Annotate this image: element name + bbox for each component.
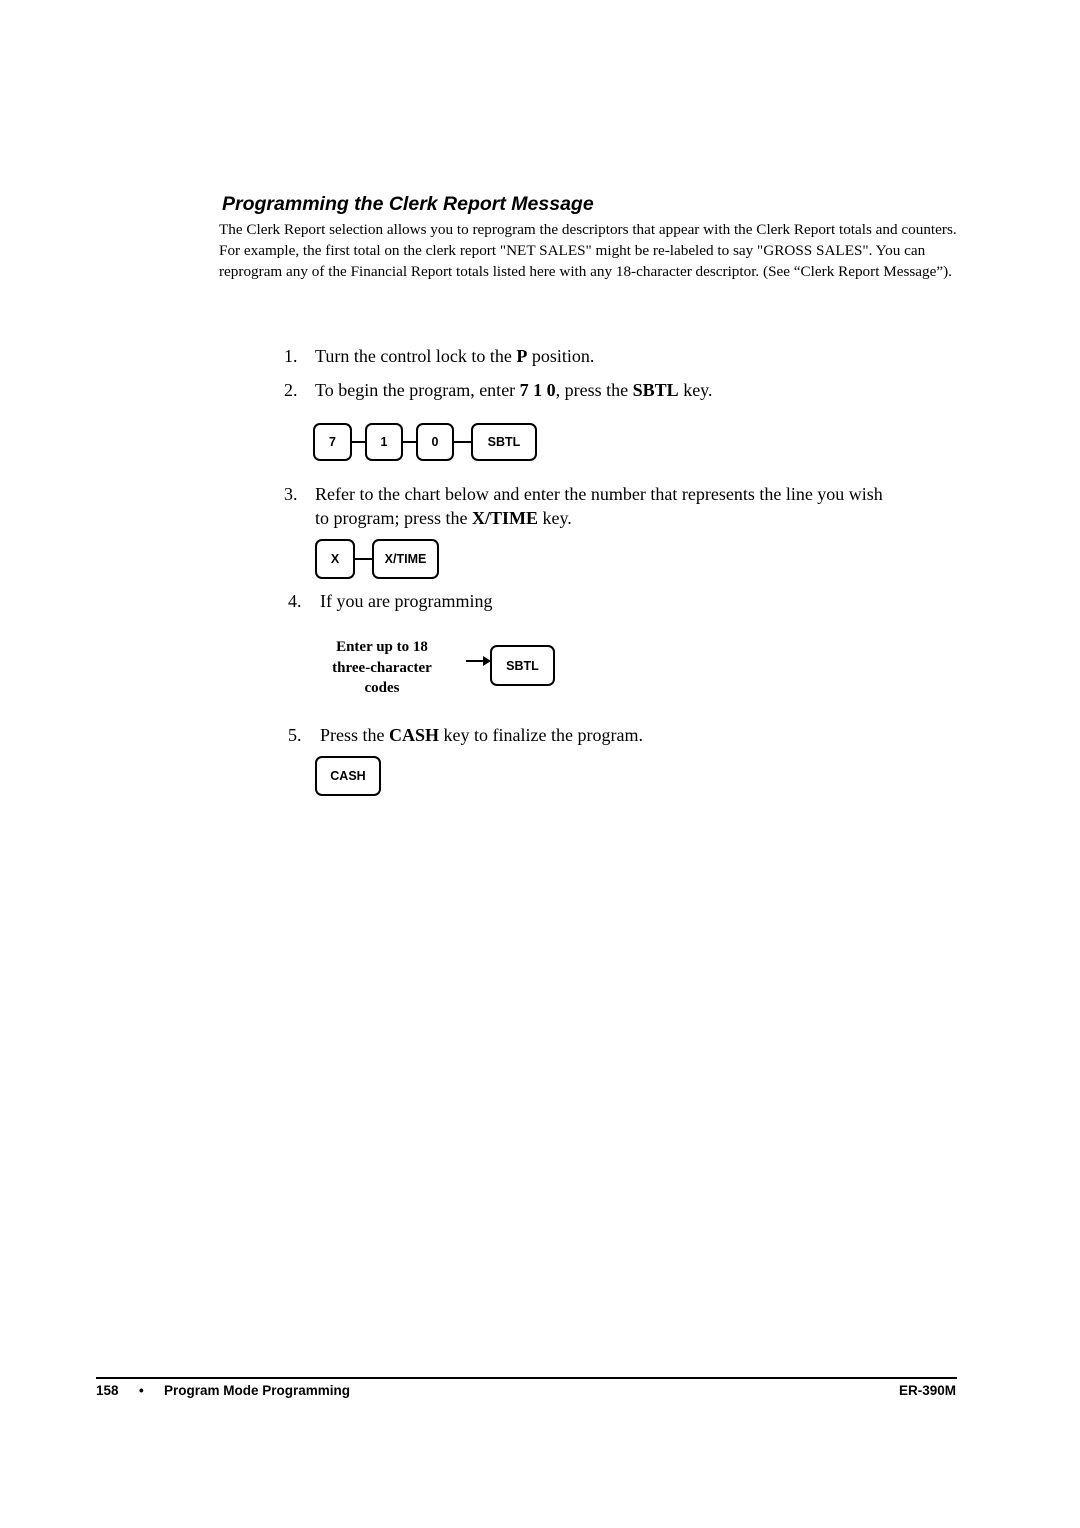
step-text: If you are programming bbox=[320, 591, 493, 611]
step-number: 5. bbox=[288, 725, 302, 745]
step-number: 4. bbox=[288, 591, 302, 611]
key-sbtl: SBTL bbox=[471, 423, 537, 461]
connector-line bbox=[352, 441, 365, 443]
key-7: 7 bbox=[313, 423, 352, 461]
step-number: 2. bbox=[284, 380, 298, 400]
key-0: 0 bbox=[416, 423, 454, 461]
step-number: 3. bbox=[284, 484, 298, 504]
footer-model: ER-390M bbox=[898, 1383, 956, 1398]
key-x-time: X/TIME bbox=[372, 539, 439, 579]
footer-divider bbox=[96, 1377, 957, 1379]
section-title: Programming the Clerk Report Message bbox=[222, 193, 594, 215]
connector-line bbox=[403, 441, 416, 443]
step-text: Turn the control lock to the P position. bbox=[315, 346, 595, 366]
step-text: Press the CASH key to finalize the progr… bbox=[320, 725, 643, 745]
step-text-line1: Refer to the chart below and enter the n… bbox=[315, 484, 883, 504]
entry-instruction-label: Enter up to 18 three-character codes bbox=[332, 639, 432, 696]
footer-section-title: Program Mode Programming bbox=[164, 1383, 351, 1398]
connector-line bbox=[355, 558, 373, 560]
connector-line bbox=[454, 441, 471, 443]
intro-paragraph: The Clerk Report selection allows you to… bbox=[219, 221, 957, 280]
key-1: 1 bbox=[365, 423, 403, 461]
step-text-line2: to program; press the X/TIME key. bbox=[315, 508, 572, 528]
page-number: 158 bbox=[96, 1383, 119, 1398]
step-text: To begin the program, enter 7 1 0, press… bbox=[315, 380, 713, 400]
key-x: X bbox=[315, 539, 355, 579]
step-number: 1. bbox=[284, 346, 298, 366]
bullet-icon: • bbox=[139, 1383, 144, 1398]
key-cash: CASH bbox=[315, 756, 381, 796]
key-sbtl: SBTL bbox=[490, 645, 555, 686]
